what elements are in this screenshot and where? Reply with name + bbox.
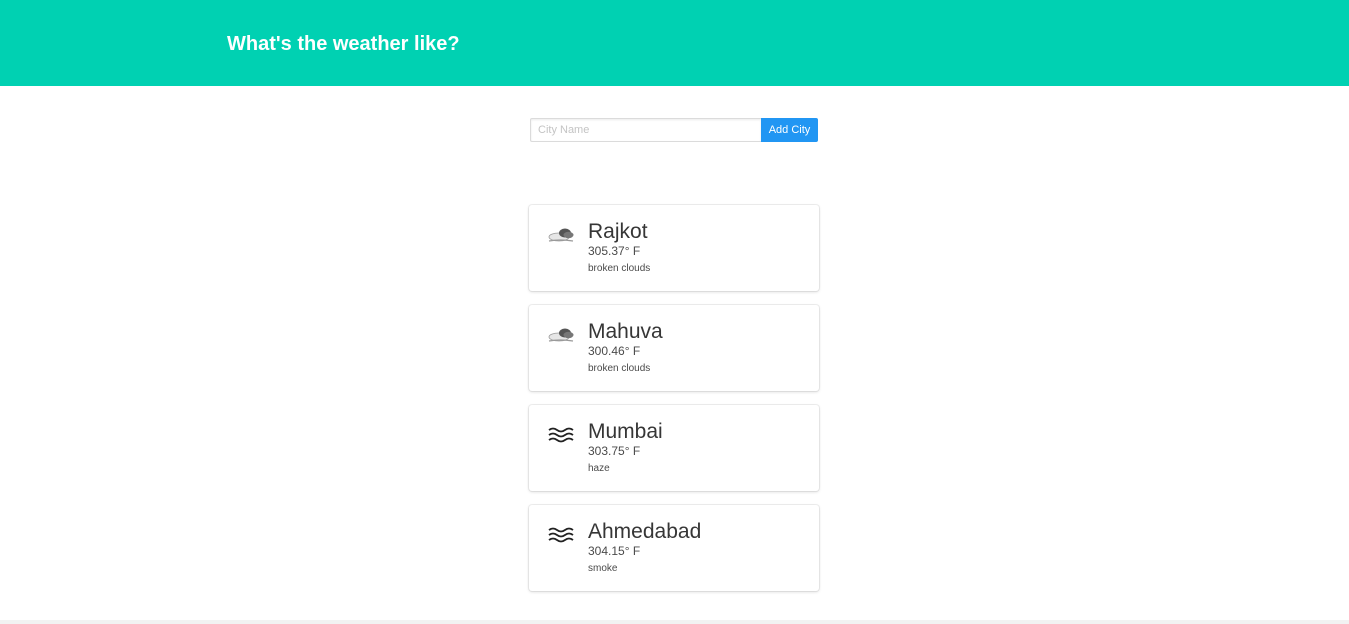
haze-icon	[548, 427, 574, 443]
haze-icon	[548, 527, 574, 543]
hero-header: What's the weather like?	[0, 0, 1349, 86]
city-description: haze	[588, 463, 610, 474]
page-title: What's the weather like?	[227, 33, 460, 55]
city-name: Mahuva	[588, 320, 663, 343]
broken-clouds-icon	[548, 228, 574, 242]
city-list: Rajkot 305.37° F broken clouds Mahuva 30…	[529, 205, 819, 605]
add-city-form: Add City	[530, 118, 818, 142]
city-card: Mumbai 303.75° F haze	[529, 405, 819, 491]
city-card: Mahuva 300.46° F broken clouds	[529, 305, 819, 391]
city-description: broken clouds	[588, 263, 651, 274]
add-city-button[interactable]: Add City	[761, 118, 818, 142]
city-description: broken clouds	[588, 363, 651, 374]
city-card: Ahmedabad 304.15° F smoke	[529, 505, 819, 591]
city-temperature: 303.75° F	[588, 444, 641, 458]
city-name: Rajkot	[588, 220, 648, 243]
city-card: Rajkot 305.37° F broken clouds	[529, 205, 819, 291]
city-temperature: 305.37° F	[588, 244, 641, 258]
city-temperature: 300.46° F	[588, 344, 641, 358]
city-temperature: 304.15° F	[588, 544, 641, 558]
city-name-input[interactable]	[530, 118, 761, 142]
footer-divider	[0, 620, 1349, 624]
city-description: smoke	[588, 563, 618, 574]
city-name: Ahmedabad	[588, 520, 702, 543]
city-name: Mumbai	[588, 420, 663, 443]
broken-clouds-icon	[548, 328, 574, 342]
